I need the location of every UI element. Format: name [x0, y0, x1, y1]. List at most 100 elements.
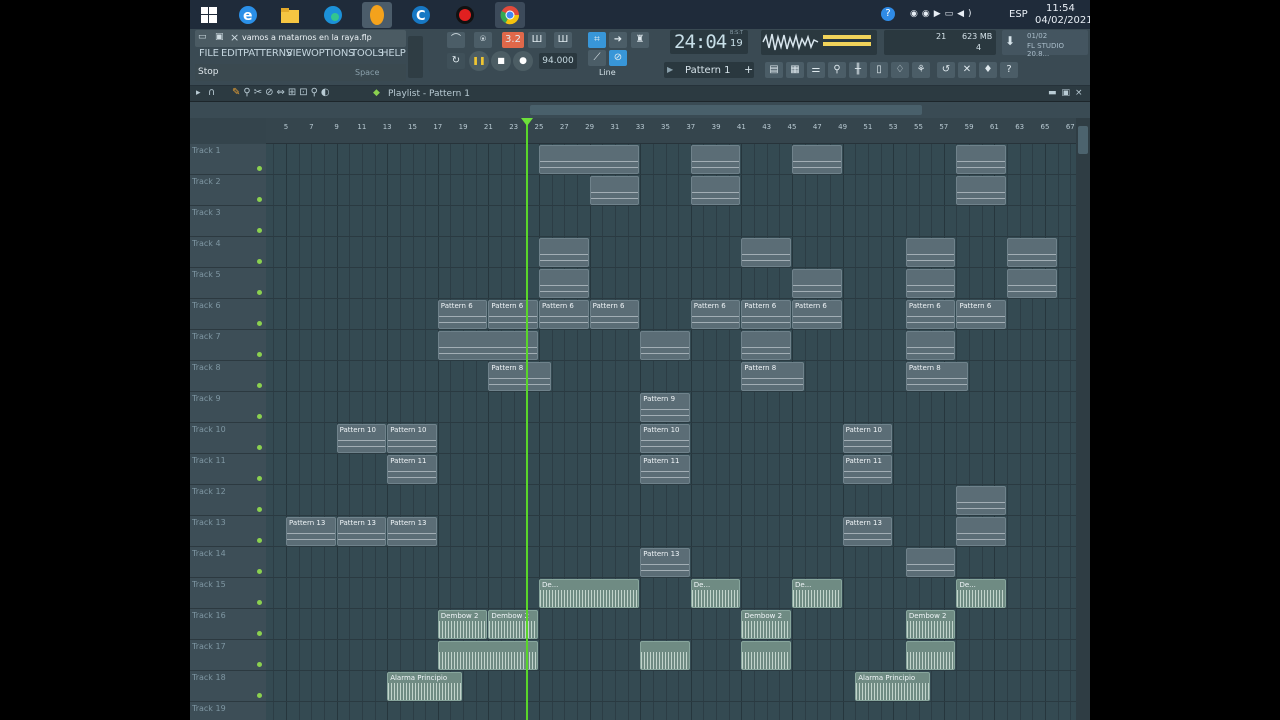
playlist-clip[interactable]: Pattern 6 — [792, 300, 842, 329]
playlist-clip[interactable]: De... — [956, 579, 1007, 608]
snap-select[interactable]: Line — [599, 68, 639, 77]
fl-studio-icon[interactable] — [362, 2, 392, 28]
help-button-icon[interactable]: ? — [1000, 62, 1018, 78]
track-header[interactable]: Track 18 — [190, 671, 266, 702]
hint-icon[interactable]: ♢ — [891, 62, 909, 78]
playlist-clip[interactable] — [1007, 269, 1057, 298]
record-button[interactable]: ● — [513, 51, 533, 71]
playlist-clip[interactable]: De... — [690, 579, 741, 608]
playlist-clip[interactable]: Pattern 8 — [741, 362, 804, 391]
undo-icon[interactable]: ↺ — [937, 62, 955, 78]
playlist-clip[interactable]: Pattern 8 — [905, 362, 969, 391]
mixer-view-icon[interactable]: ╫ — [849, 62, 867, 78]
c-app-icon[interactable]: C — [406, 2, 436, 28]
track-mute-led[interactable] — [257, 414, 262, 419]
vertical-scrollbar[interactable] — [1076, 118, 1090, 720]
pattern-mode-button[interactable]: 3.2 — [502, 32, 524, 48]
playlist-clip[interactable] — [741, 641, 791, 670]
menu-options[interactable]: OPTIONS — [311, 48, 354, 59]
playlist-clip[interactable]: Dembow 2 — [488, 610, 538, 639]
track-header[interactable]: Track 6 — [190, 299, 266, 330]
menu-view[interactable]: VIEW — [286, 48, 311, 59]
wait-input-button[interactable]: ⍟ — [474, 32, 492, 48]
stop-button[interactable]: ■ — [491, 51, 511, 71]
track-mute-led[interactable] — [257, 538, 262, 543]
track-header[interactable]: Track 16 — [190, 609, 266, 640]
playlist-clip[interactable] — [905, 238, 956, 267]
vertical-scroll-thumb[interactable] — [1078, 126, 1088, 154]
track-header[interactable]: Track 11 — [190, 454, 266, 485]
playlist-clip[interactable]: Dembow 2 — [905, 610, 956, 639]
playhead[interactable] — [521, 118, 534, 720]
playlist-clip[interactable]: Pattern 6 — [589, 300, 640, 329]
tray-icons[interactable]: ◉◉▶▭◀) — [910, 9, 976, 19]
playlist-window-controls[interactable]: ▬▣× — [1048, 88, 1088, 98]
playlist-clip[interactable]: Pattern 6 — [437, 300, 488, 329]
playlist-clip[interactable]: Pattern 13 — [640, 548, 690, 577]
playlist-grid[interactable]: Pattern 6 Pattern 6 Pattern 6 Pattern 6 Patt… — [266, 144, 1076, 720]
playlist-clip[interactable]: Alarma Principio — [387, 672, 463, 701]
track-mute-led[interactable] — [257, 631, 262, 636]
step-edit-button[interactable]: Ш — [528, 32, 546, 48]
window-icon[interactable]: ▣ — [215, 32, 224, 42]
link-icon[interactable]: ⊘ — [609, 50, 627, 66]
playlist-clip[interactable]: Pattern 6 — [488, 300, 538, 329]
playlist-clip[interactable]: Pattern 8 — [488, 362, 551, 391]
add-pattern-icon[interactable]: + — [744, 63, 753, 76]
mixer-icon[interactable]: ♜ — [631, 32, 649, 48]
track-mute-led[interactable] — [257, 445, 262, 450]
playlist-clip[interactable] — [741, 331, 791, 360]
playlist-clip[interactable]: Pattern 11 — [387, 455, 437, 484]
menu-edit[interactable]: EDIT — [221, 48, 243, 59]
menu-file[interactable]: FILE — [199, 48, 219, 59]
playlist-clip[interactable] — [905, 641, 956, 670]
playlist-icon[interactable]: ▤ — [765, 62, 783, 78]
draw-icon[interactable]: ⟋ — [588, 50, 606, 66]
arrow-icon[interactable]: ➜ — [609, 32, 627, 48]
playlist-clip[interactable]: Pattern 13 — [286, 517, 336, 546]
playlist-clip[interactable]: Pattern 10 — [640, 424, 690, 453]
playlist-clip[interactable]: Dembow 2 — [437, 610, 488, 639]
metronome-button[interactable]: ⌒ — [447, 32, 465, 48]
track-header[interactable]: Track 19 — [190, 702, 266, 720]
track-mute-led[interactable] — [257, 166, 262, 171]
playlist-clip[interactable] — [956, 517, 1007, 546]
track-header[interactable]: Track 3 — [190, 206, 266, 237]
track-mute-led[interactable] — [257, 569, 262, 574]
microphone-icon[interactable]: ♦ — [979, 62, 997, 78]
tempo-display[interactable]: 94.000 — [539, 53, 577, 69]
language-indicator[interactable]: ESP — [1009, 9, 1028, 20]
typing-keyboard-button[interactable]: Ш — [554, 32, 572, 48]
playlist-clip[interactable] — [792, 145, 842, 174]
loop-button[interactable]: ↻ — [447, 53, 465, 69]
playlist-clip[interactable] — [792, 269, 842, 298]
track-header[interactable]: Track 12 — [190, 485, 266, 516]
playlist-clip[interactable] — [1007, 238, 1057, 267]
playlist-clip[interactable]: Pattern 11 — [640, 455, 690, 484]
playlist-clip[interactable]: Pattern 10 — [387, 424, 437, 453]
playlist-clip[interactable] — [437, 641, 538, 670]
playlist-clip[interactable]: Pattern 13 — [842, 517, 893, 546]
tools-icon[interactable]: ✕ — [958, 62, 976, 78]
playlist-clip[interactable]: Pattern 6 — [741, 300, 791, 329]
windows-start-icon[interactable] — [194, 2, 224, 28]
playlist-clip[interactable] — [690, 176, 741, 205]
track-header[interactable]: Track 17 — [190, 640, 266, 671]
playlist-clip[interactable]: De... — [792, 579, 842, 608]
track-header[interactable]: Track 7 — [190, 330, 266, 361]
track-mute-led[interactable] — [257, 321, 262, 326]
menu-patterns[interactable]: PATTERNS — [243, 48, 292, 59]
track-mute-led[interactable] — [257, 228, 262, 233]
track-header[interactable]: Track 10 — [190, 423, 266, 454]
playlist-clip[interactable] — [905, 331, 956, 360]
track-header[interactable]: Track 1 — [190, 144, 266, 175]
playlist-clip[interactable]: Pattern 10 — [336, 424, 387, 453]
track-header[interactable]: Track 13 — [190, 516, 266, 547]
browser-icon[interactable]: ⚲ — [828, 62, 846, 78]
play-pause-button[interactable]: ❚❚ — [469, 51, 489, 71]
playlist-clip[interactable] — [539, 269, 589, 298]
master-volume-slider[interactable] — [408, 36, 423, 78]
track-header[interactable]: Track 2 — [190, 175, 266, 206]
playlist-clip[interactable]: Pattern 11 — [842, 455, 893, 484]
track-header[interactable]: Track 8 — [190, 361, 266, 392]
